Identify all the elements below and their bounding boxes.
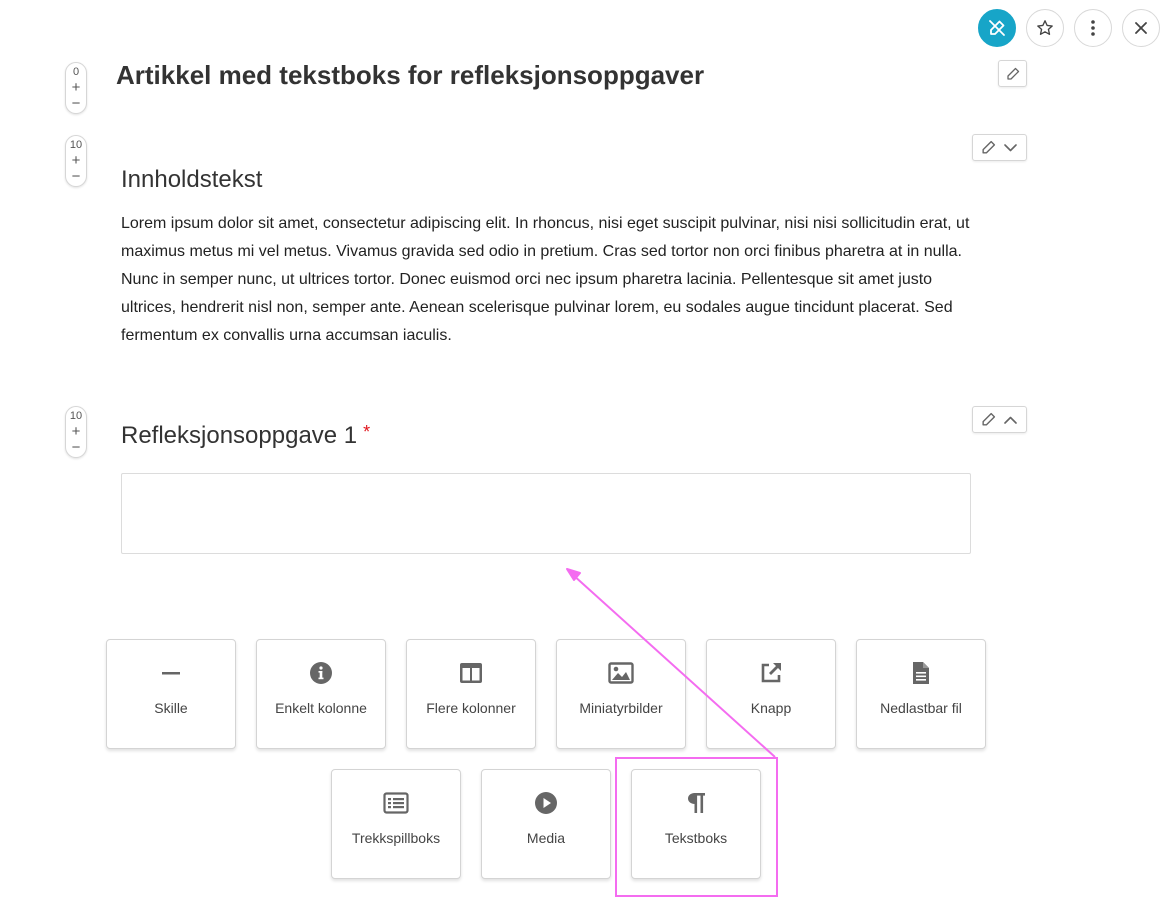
tile-label: Miniatyrbilder — [579, 700, 663, 716]
pencil-icon — [982, 140, 995, 154]
edit-section-button[interactable] — [981, 412, 996, 427]
play-icon — [534, 790, 558, 816]
section-body-text: Lorem ipsum dolor sit amet, consectetur … — [121, 215, 970, 344]
chevron-down-icon — [1004, 143, 1018, 151]
top-actions — [978, 9, 1160, 47]
decrement-button[interactable]: − — [72, 169, 81, 184]
section-edit-controls — [972, 134, 1027, 161]
reflection-answer-textbox[interactable] — [121, 473, 971, 554]
section-order-counter: 10 + − — [65, 135, 87, 187]
tile-label: Trekkspillboks — [351, 830, 441, 846]
image-icon — [608, 660, 634, 686]
section-heading: Innholdstekst — [121, 166, 263, 193]
file-icon — [912, 660, 930, 686]
info-circle-icon — [309, 660, 333, 686]
star-icon — [1037, 20, 1053, 35]
block-tile-knapp[interactable]: Knapp — [706, 639, 836, 749]
block-tile-skille[interactable]: Skille — [106, 639, 236, 749]
divider-icon — [160, 660, 182, 686]
more-options-button[interactable] — [1074, 9, 1112, 47]
edit-mode-toggle-button[interactable] — [978, 9, 1016, 47]
required-marker: * — [363, 422, 371, 442]
increment-button[interactable]: + — [72, 424, 81, 439]
reflection-task-heading: Refleksjonsoppgave 1 * — [121, 422, 370, 450]
expand-section-button[interactable] — [1003, 143, 1018, 153]
block-tile-miniatyrbilder[interactable]: Miniatyrbilder — [556, 639, 686, 749]
external-link-icon — [759, 660, 783, 686]
title-edit-button[interactable] — [998, 60, 1027, 87]
page-title: Artikkel med tekstboks for refleksjonsop… — [116, 60, 705, 90]
block-tile-flere-kolonner[interactable]: Flere kolonner — [406, 639, 536, 749]
close-icon — [1135, 22, 1147, 34]
order-value: 10 — [69, 410, 83, 422]
collapse-section-button[interactable] — [1003, 415, 1018, 425]
tile-label: Knapp — [750, 700, 792, 716]
tile-label: Nedlastbar fil — [880, 700, 962, 716]
increment-button[interactable]: + — [72, 153, 81, 168]
decrement-button[interactable]: − — [72, 96, 81, 111]
block-tile-media[interactable]: Media — [481, 769, 611, 879]
tile-label: Flere kolonner — [426, 700, 516, 716]
list-icon — [383, 790, 409, 816]
kebab-icon — [1091, 20, 1095, 36]
chevron-up-icon — [1004, 416, 1018, 424]
tile-label: Skille — [154, 700, 188, 716]
tile-label: Enkelt kolonne — [275, 700, 367, 716]
favorite-button[interactable] — [1026, 9, 1064, 47]
increment-button[interactable]: + — [72, 80, 81, 95]
close-button[interactable] — [1122, 9, 1160, 47]
order-value: 10 — [69, 139, 83, 151]
pencil-icon — [982, 412, 995, 426]
columns-icon — [459, 660, 483, 686]
title-order-counter: 0 + − — [65, 62, 87, 114]
block-tile-nedlastbar-fil[interactable]: Nedlastbar fil — [856, 639, 986, 749]
tile-label: Media — [526, 830, 566, 846]
section-order-counter: 10 + − — [65, 406, 87, 458]
order-value: 0 — [72, 66, 80, 78]
block-tile-trekkspillboks[interactable]: Trekkspillboks — [331, 769, 461, 879]
annotation-highlight-box — [615, 757, 778, 897]
section-edit-controls — [972, 406, 1027, 433]
reflection-task-title: Refleksjonsoppgave 1 — [121, 422, 358, 449]
edit-section-button[interactable] — [981, 140, 996, 155]
pen-slash-icon — [989, 20, 1005, 36]
block-tile-enkelt-kolonne[interactable]: Enkelt kolonne — [256, 639, 386, 749]
decrement-button[interactable]: − — [72, 440, 81, 455]
pencil-icon — [1006, 67, 1020, 81]
